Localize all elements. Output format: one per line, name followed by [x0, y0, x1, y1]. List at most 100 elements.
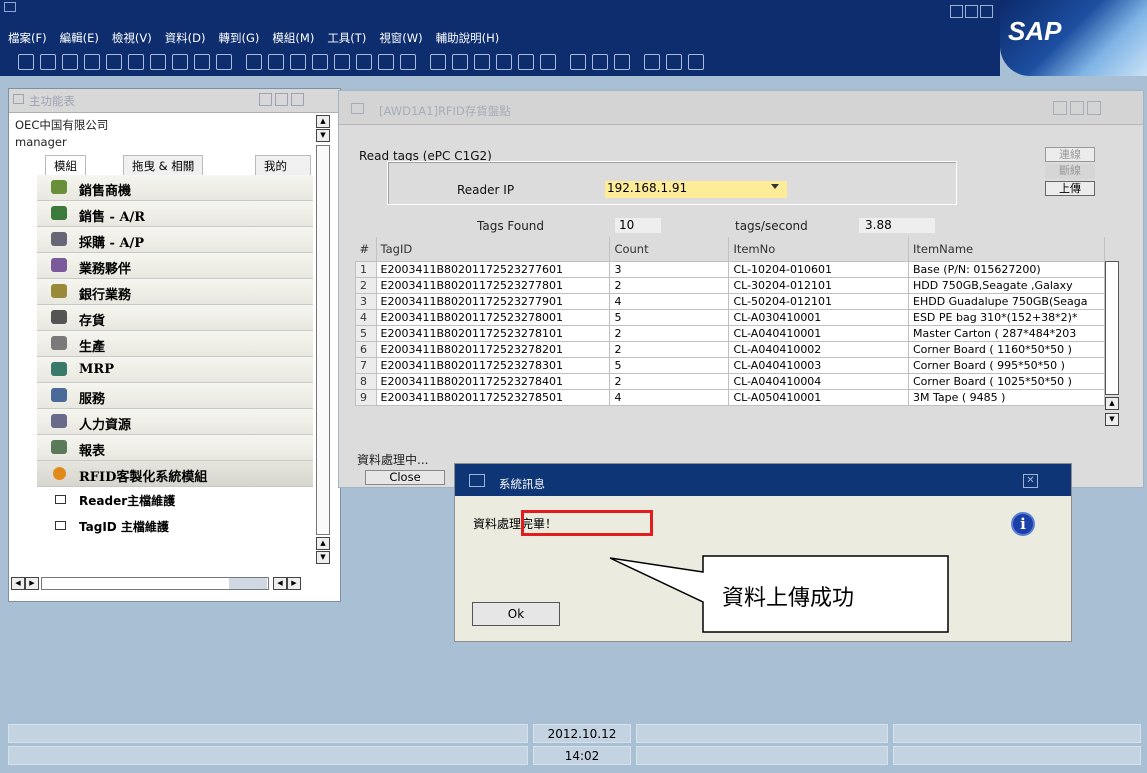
- module-item[interactable]: 採購 - A/P: [37, 227, 313, 253]
- disconnect-button[interactable]: 斷線: [1045, 164, 1095, 179]
- edit-icon[interactable]: [570, 54, 586, 70]
- count-cell[interactable]: 3: [609, 260, 730, 278]
- menu-tools[interactable]: 工具(T): [327, 30, 366, 46]
- vertical-scrollbar[interactable]: ▲ ▼ ▲ ▼: [315, 113, 331, 577]
- module-item[interactable]: 生產: [37, 331, 313, 357]
- minimize-icon[interactable]: [1053, 101, 1067, 115]
- menu-edit[interactable]: 編輯(E): [60, 30, 99, 46]
- export-excel-icon[interactable]: [150, 54, 166, 70]
- item-no-cell[interactable]: CL-30204-012101: [728, 276, 909, 294]
- column-header[interactable]: #: [355, 237, 377, 261]
- count-cell[interactable]: 2: [609, 372, 730, 390]
- scroll-up-icon[interactable]: ▲: [1105, 397, 1119, 410]
- item-no-cell[interactable]: CL-10204-010601: [728, 260, 909, 278]
- scroll-thumb[interactable]: [229, 578, 267, 589]
- email-icon[interactable]: [62, 54, 78, 70]
- preview-icon[interactable]: [18, 54, 34, 70]
- submodule-reader-master[interactable]: Reader主檔維護: [37, 487, 313, 513]
- table-row[interactable]: 8 E2003411B80201172523278401 2 CL-A04041000…: [355, 372, 1105, 390]
- item-name-cell[interactable]: Corner Board ( 1160*50*50 ): [908, 340, 1105, 358]
- column-header[interactable]: ItemName: [908, 237, 1105, 261]
- scroll-right-icon[interactable]: ▶: [25, 577, 39, 590]
- module-item[interactable]: 存貨: [37, 305, 313, 331]
- item-no-cell[interactable]: CL-A040410003: [728, 356, 909, 374]
- scroll-up-icon[interactable]: ▲: [316, 537, 330, 550]
- item-name-cell[interactable]: Corner Board ( 995*50*50 ): [908, 356, 1105, 374]
- module-item[interactable]: 銀行業務: [37, 279, 313, 305]
- module-item[interactable]: 服務: [37, 383, 313, 409]
- tag-id-cell[interactable]: E2003411B80201172523278401: [375, 372, 611, 390]
- column-header[interactable]: ItemNo: [728, 237, 909, 261]
- messages-icon[interactable]: [666, 54, 682, 70]
- table-row[interactable]: 9 E2003411B80201172523278501 4 CL-A05041000…: [355, 388, 1105, 406]
- sort-icon[interactable]: [400, 54, 416, 70]
- scroll-thumb[interactable]: [316, 145, 330, 535]
- payment-icon[interactable]: [496, 54, 512, 70]
- tag-id-cell[interactable]: E2003411B80201172523277601: [375, 260, 611, 278]
- tag-id-cell[interactable]: E2003411B80201172523278301: [375, 356, 611, 374]
- table-row[interactable]: 6 E2003411B80201172523278201 2 CL-A04041000…: [355, 340, 1105, 358]
- module-item[interactable]: 銷售 - A/R: [37, 201, 313, 227]
- gross-profit-icon[interactable]: [518, 54, 534, 70]
- menu-goto[interactable]: 轉到(G): [219, 30, 260, 46]
- count-cell[interactable]: 2: [609, 324, 730, 342]
- first-record-icon[interactable]: [290, 54, 306, 70]
- count-cell[interactable]: 5: [609, 308, 730, 326]
- dropdown-arrow-icon[interactable]: [771, 184, 779, 189]
- lock-icon[interactable]: [216, 54, 232, 70]
- item-name-cell[interactable]: Corner Board ( 1025*50*50 ): [908, 372, 1105, 390]
- tag-id-cell[interactable]: E2003411B80201172523278001: [375, 308, 611, 326]
- previous-record-icon[interactable]: [312, 54, 328, 70]
- scroll-down-icon[interactable]: ▼: [1105, 413, 1119, 426]
- count-cell[interactable]: 2: [609, 276, 730, 294]
- menu-window[interactable]: 視窗(W): [379, 30, 422, 46]
- target-document-icon[interactable]: [452, 54, 468, 70]
- item-no-cell[interactable]: CL-A040410002: [728, 340, 909, 358]
- module-item[interactable]: 銷售商機: [37, 175, 313, 201]
- item-name-cell[interactable]: Master Carton ( 287*484*203: [908, 324, 1105, 342]
- horizontal-scrollbar[interactable]: ◀ ▶ ◀ ▶: [11, 577, 311, 591]
- scroll-down-icon[interactable]: ▼: [316, 129, 330, 142]
- next-record-icon[interactable]: [334, 54, 350, 70]
- count-cell[interactable]: 4: [609, 388, 730, 406]
- table-row[interactable]: 2 E2003411B80201172523277801 2 CL-30204-012…: [355, 276, 1105, 294]
- item-name-cell[interactable]: EHDD Guadalupe 750GB(Seaga: [908, 292, 1105, 310]
- column-header[interactable]: Count: [609, 237, 730, 261]
- item-name-cell[interactable]: ESD PE bag 310*(152+38*2)*: [908, 308, 1105, 326]
- export-pdf-icon[interactable]: [128, 54, 144, 70]
- table-row[interactable]: 1 E2003411B80201172523277601 3 CL-10204-010…: [355, 260, 1105, 278]
- item-name-cell[interactable]: Base (P/N: 015627200): [908, 260, 1105, 278]
- close-icon[interactable]: [980, 5, 993, 18]
- reader-ip-combobox[interactable]: 192.168.1.91: [605, 181, 787, 198]
- tag-id-cell[interactable]: E2003411B80201172523278201: [375, 340, 611, 358]
- menu-view[interactable]: 檢視(V): [112, 30, 152, 46]
- minimize-icon[interactable]: [950, 5, 963, 18]
- scroll-thumb[interactable]: [1105, 261, 1119, 395]
- menu-file[interactable]: 檔案(F): [8, 30, 47, 46]
- restore-icon[interactable]: [965, 5, 978, 18]
- add-icon[interactable]: [268, 54, 284, 70]
- module-item[interactable]: 業務夥伴: [37, 253, 313, 279]
- module-item[interactable]: 人力資源: [37, 409, 313, 435]
- find-icon[interactable]: [246, 54, 262, 70]
- module-item[interactable]: 報表: [37, 435, 313, 461]
- alert-icon[interactable]: [644, 54, 660, 70]
- tab-drag-relate[interactable]: 拖曳 & 相關: [123, 155, 204, 175]
- close-icon[interactable]: [291, 93, 304, 106]
- table-row[interactable]: 7 E2003411B80201172523278301 5 CL-A04041000…: [355, 356, 1105, 374]
- submodule-tagid-master[interactable]: TagID 主檔維護: [37, 513, 313, 539]
- table-row[interactable]: 5 E2003411B80201172523278101 2 CL-A04041000…: [355, 324, 1105, 342]
- table-row[interactable]: 3 E2003411B80201172523277901 4 CL-50204-012…: [355, 292, 1105, 310]
- last-record-icon[interactable]: [356, 54, 372, 70]
- sms-icon[interactable]: [84, 54, 100, 70]
- menu-data[interactable]: 資料(D): [165, 30, 206, 46]
- fax-icon[interactable]: [106, 54, 122, 70]
- volume-icon[interactable]: [540, 54, 556, 70]
- scroll-left-icon[interactable]: ◀: [273, 577, 287, 590]
- layout-icon[interactable]: [614, 54, 630, 70]
- item-no-cell[interactable]: CL-A050410001: [728, 388, 909, 406]
- base-document-icon[interactable]: [430, 54, 446, 70]
- module-item[interactable]: MRP: [37, 357, 313, 383]
- tag-id-cell[interactable]: E2003411B80201172523278501: [375, 388, 611, 406]
- print-icon[interactable]: [40, 54, 56, 70]
